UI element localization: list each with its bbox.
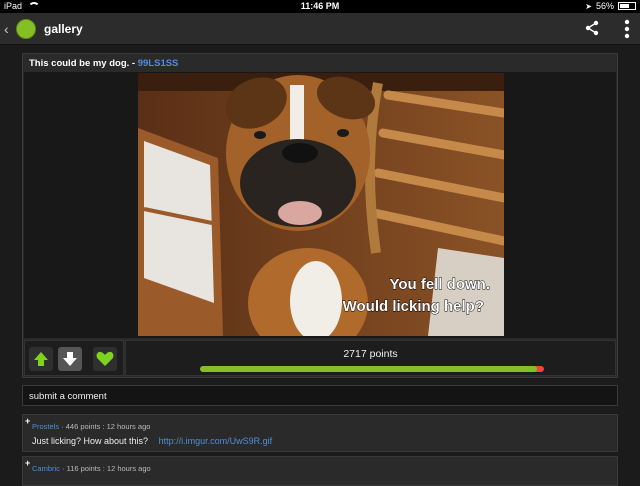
status-right: ➤ 56% (585, 1, 636, 11)
downvote-icon (63, 352, 77, 366)
share-icon[interactable] (584, 20, 600, 36)
post-author-link[interactable]: 99LS1SS (138, 58, 179, 69)
comment-item: + Cambric · 116 points : 12 hours ago (22, 456, 618, 486)
post-title: This could be my dog. - 99LS1SS (23, 54, 617, 72)
comment-item: + Prostels · 446 points : 12 hours ago J… (22, 414, 618, 452)
comment-stats: · 116 points : 12 hours ago (59, 464, 151, 473)
app-title: gallery (44, 21, 83, 36)
vote-ratio-bar (200, 366, 544, 372)
points-panel: 2717 points (125, 340, 616, 376)
comment-author[interactable]: Prostels (32, 422, 59, 431)
favorite-button[interactable] (93, 347, 117, 371)
downvote-button[interactable] (58, 347, 82, 371)
comment-link[interactable]: http://i.imgur.com/UwS9R.gif (159, 436, 273, 446)
image-area: You fell down. Would licking help? (24, 72, 616, 338)
post-image[interactable]: You fell down. Would licking help? (138, 73, 504, 336)
caption-line-1: You fell down. (389, 276, 490, 293)
comment-meta: Cambric · 116 points : 12 hours ago (32, 464, 151, 473)
comment-author[interactable]: Cambric (32, 464, 60, 473)
upvote-button[interactable] (29, 347, 53, 371)
app-logo[interactable] (16, 18, 36, 39)
vote-buttons (24, 340, 124, 376)
caption-line-2: Would licking help? (343, 298, 484, 315)
vote-ratio-fill (200, 366, 538, 372)
heart-icon (96, 351, 114, 366)
comment-meta: Prostels · 446 points : 12 hours ago (32, 422, 150, 431)
comment-input[interactable]: submit a comment (22, 385, 618, 406)
back-icon[interactable]: ‹ (4, 21, 12, 37)
comment-stats: · 446 points : 12 hours ago (59, 422, 151, 431)
expand-toggle[interactable]: + (25, 416, 30, 426)
comment-text: Just licking? How about this? http://i.i… (32, 436, 272, 446)
more-icon[interactable] (624, 19, 630, 39)
post-title-text: This could be my dog. - (29, 58, 136, 69)
dog-illustration: You fell down. Would licking help? (138, 73, 504, 336)
expand-toggle[interactable]: + (25, 458, 30, 468)
post-card: This could be my dog. - 99LS1SS You fell… (22, 53, 618, 378)
status-time: 11:46 PM (300, 1, 340, 11)
status-bar: iPad 11:46 PM ➤ 56% (0, 0, 640, 13)
upvote-icon (34, 352, 48, 366)
battery-percent: 56% (595, 1, 614, 11)
points-label: 2717 points (343, 348, 398, 360)
vote-row: 2717 points (24, 340, 616, 376)
comment-body: Just licking? How about this? (32, 436, 149, 446)
location-icon: ➤ (585, 1, 592, 11)
battery-icon (618, 2, 636, 10)
app-bar: ‹ gallery (0, 13, 640, 45)
